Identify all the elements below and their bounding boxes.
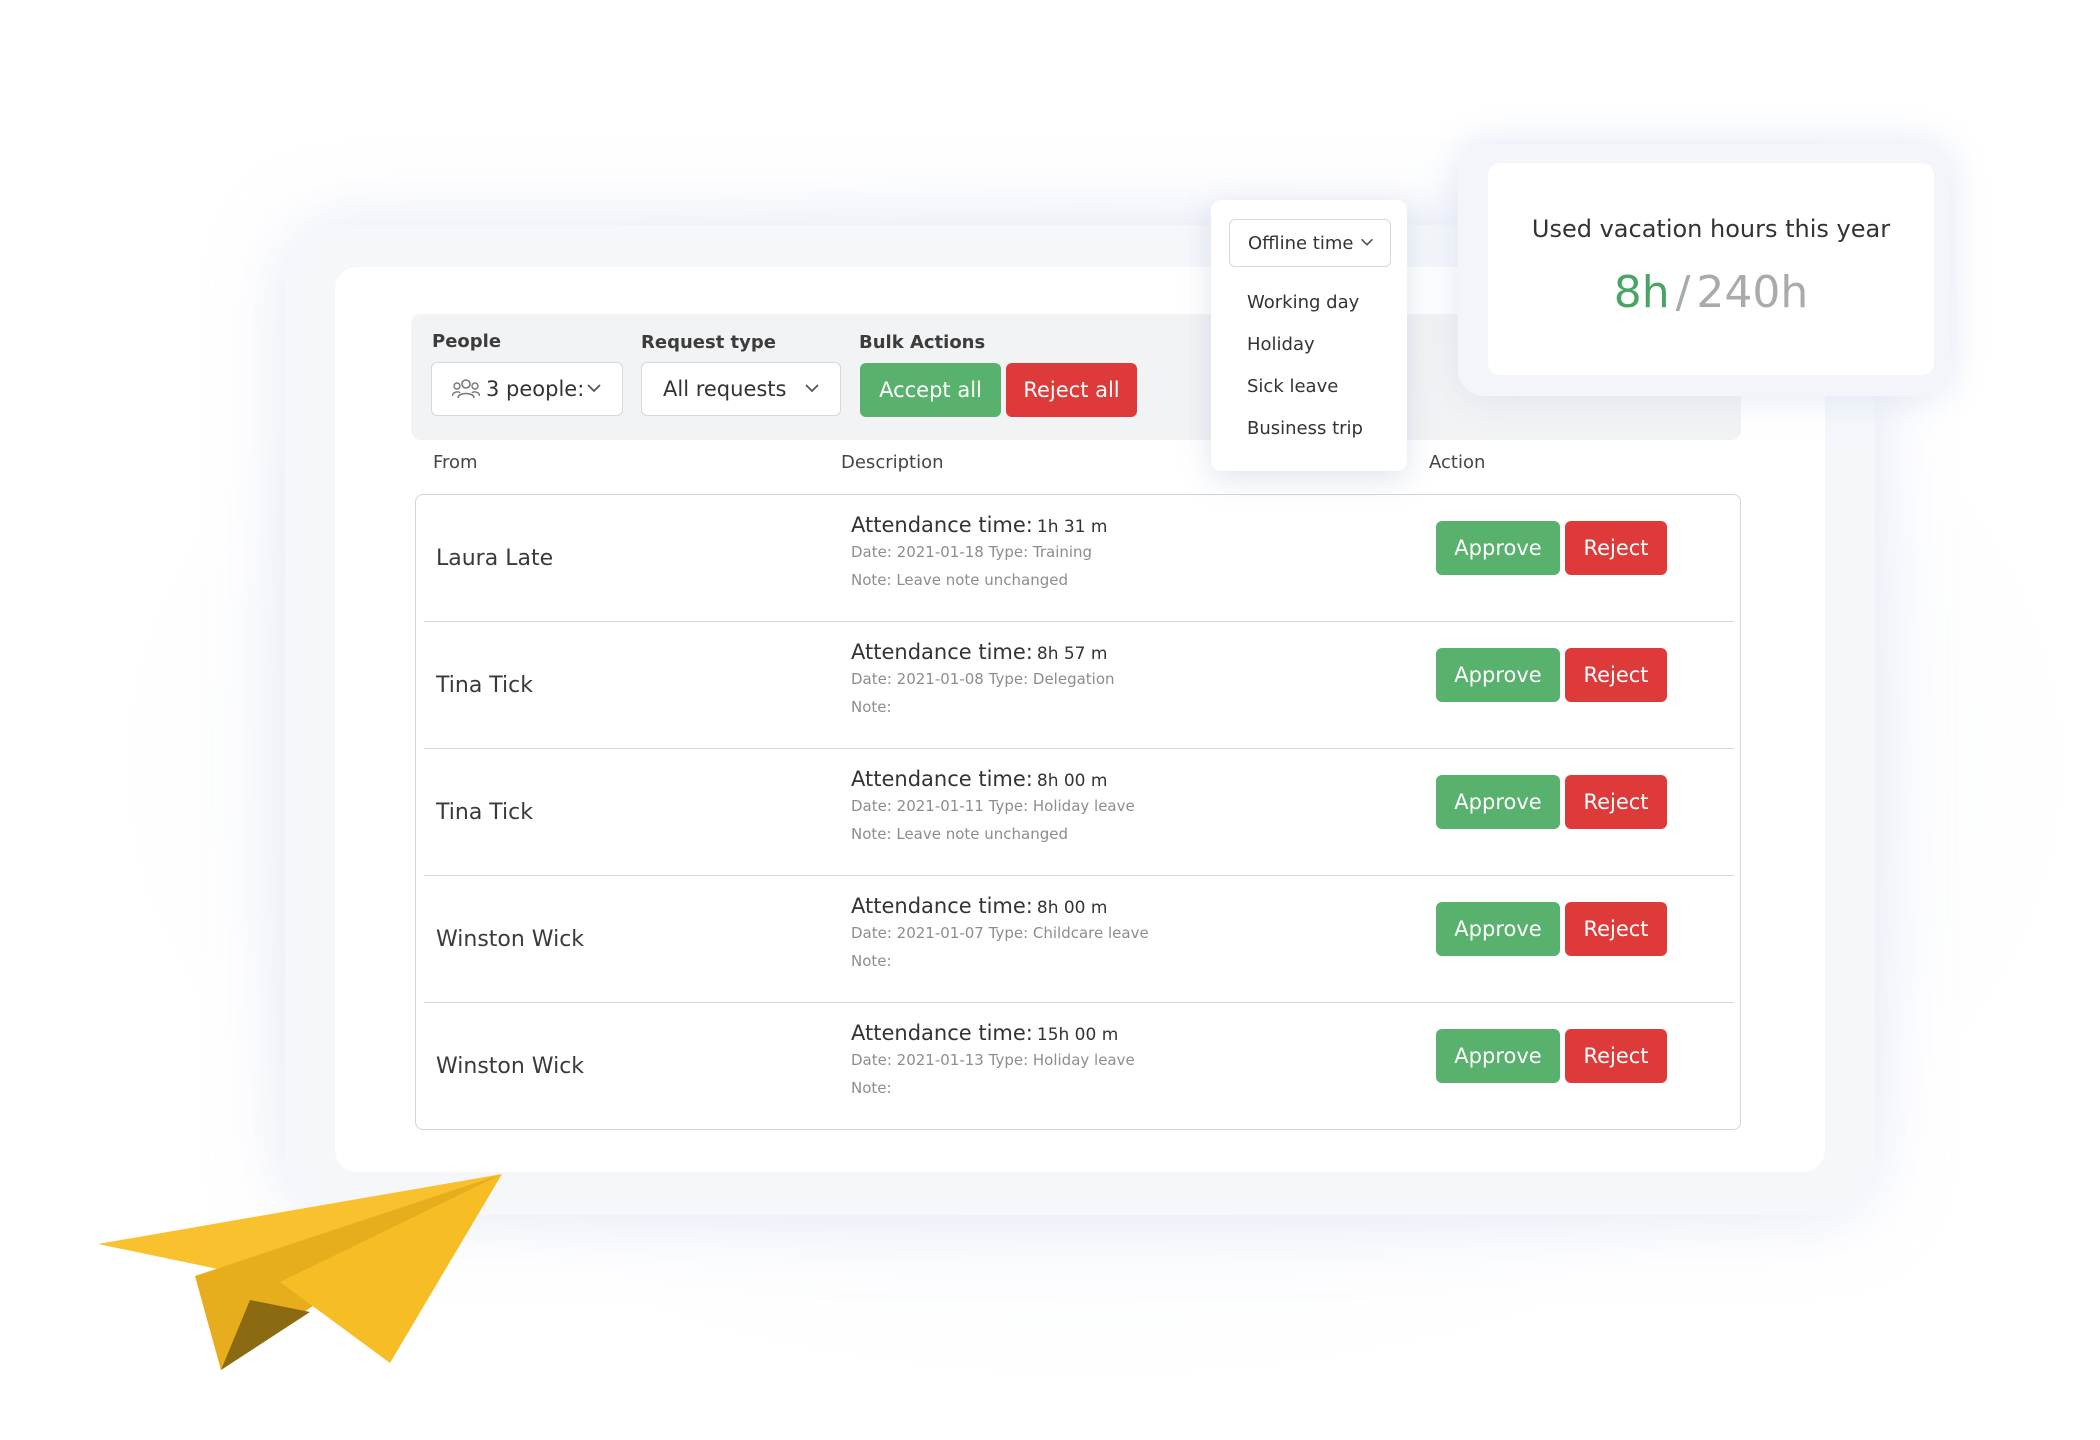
column-header-from: From: [433, 452, 478, 473]
reject-button[interactable]: Reject: [1565, 775, 1667, 829]
table-row: Tina Tick Attendance time: 8h 00 m Date: …: [424, 749, 1734, 876]
attendance-time: Attendance time: 15h 00 m: [851, 1021, 1119, 1045]
dropdown-option-business-trip[interactable]: Business trip: [1247, 418, 1363, 439]
people-group-icon: [452, 378, 480, 400]
vacation-hours-separator: /: [1675, 267, 1691, 318]
vacation-hours-used: 8h: [1613, 267, 1670, 318]
request-date-type: Date: 2021-01-07 Type: Childcare leave: [851, 924, 1149, 942]
attendance-time: Attendance time: 1h 31 m: [851, 513, 1108, 537]
request-from: Laura Late: [436, 546, 554, 571]
column-header-action: Action: [1429, 452, 1486, 473]
people-select[interactable]: 3 people:: [431, 362, 623, 416]
paper-plane-icon: [90, 1160, 510, 1384]
column-header-description: Description: [841, 452, 944, 473]
dropdown-option-working-day[interactable]: Working day: [1247, 292, 1359, 313]
approve-button[interactable]: Approve: [1436, 775, 1560, 829]
reject-all-button[interactable]: Reject all: [1006, 363, 1137, 417]
vacation-hours-title: Used vacation hours this year: [1531, 215, 1891, 243]
request-note: Note: Leave note unchanged: [851, 825, 1069, 843]
approve-button[interactable]: Approve: [1436, 1029, 1560, 1083]
request-note: Note:: [851, 952, 892, 970]
offline-time-selected: Offline time: [1248, 232, 1354, 254]
dropdown-option-holiday[interactable]: Holiday: [1247, 334, 1315, 355]
accept-all-button[interactable]: Accept all: [860, 363, 1001, 417]
chevron-down-icon: [584, 378, 604, 403]
request-date-type: Date: 2021-01-18 Type: Training: [851, 543, 1093, 561]
attendance-value: 8h 57 m: [1036, 644, 1108, 664]
attendance-time: Attendance time: 8h 57 m: [851, 640, 1108, 664]
chevron-down-icon: [1358, 233, 1376, 256]
request-date-type: Date: 2021-01-11 Type: Holiday leave: [851, 797, 1135, 815]
attendance-value: 1h 31 m: [1036, 517, 1108, 537]
request-date-type: Date: 2021-01-08 Type: Delegation: [851, 670, 1115, 688]
approve-button[interactable]: Approve: [1436, 648, 1560, 702]
request-note: Note: Leave note unchanged: [851, 571, 1069, 589]
vacation-hours-card: Used vacation hours this year 8h/240h: [1488, 163, 1934, 375]
reject-button[interactable]: Reject: [1565, 902, 1667, 956]
request-from: Winston Wick: [436, 1054, 585, 1079]
offline-time-select[interactable]: Offline time: [1229, 219, 1391, 267]
request-note: Note:: [851, 1079, 892, 1097]
vacation-hours-total: 240h: [1696, 267, 1809, 318]
dropdown-option-sick-leave[interactable]: Sick leave: [1247, 376, 1338, 397]
request-from: Winston Wick: [436, 927, 585, 952]
approve-button[interactable]: Approve: [1436, 902, 1560, 956]
requests-table: Laura Late Attendance time: 1h 31 m Date:…: [415, 494, 1741, 1130]
attendance-value: 15h 00 m: [1036, 1025, 1119, 1045]
people-select-value: 3 people:: [486, 377, 585, 401]
approve-button[interactable]: Approve: [1436, 521, 1560, 575]
table-row: Laura Late Attendance time: 1h 31 m Date:…: [424, 495, 1734, 622]
offline-time-dropdown: Offline time Working day Holiday Sick le…: [1211, 200, 1407, 471]
attendance-value: 8h 00 m: [1036, 898, 1108, 918]
table-row: Winston Wick Attendance time: 15h 00 m Da…: [424, 1003, 1734, 1130]
reject-button[interactable]: Reject: [1565, 521, 1667, 575]
request-type-value: All requests: [663, 377, 787, 401]
request-note: Note:: [851, 698, 892, 716]
people-filter-label: People: [432, 331, 502, 352]
table-row: Tina Tick Attendance time: 8h 57 m Date: …: [424, 622, 1734, 749]
chevron-down-icon: [802, 378, 822, 403]
request-type-select[interactable]: All requests: [641, 362, 841, 416]
attendance-time: Attendance time: 8h 00 m: [851, 894, 1108, 918]
vacation-hours-value: 8h/240h: [1488, 267, 1934, 318]
bulk-actions-label: Bulk Actions: [859, 332, 986, 353]
request-from: Tina Tick: [436, 800, 534, 825]
request-type-label: Request type: [641, 332, 776, 353]
request-date-type: Date: 2021-01-13 Type: Holiday leave: [851, 1051, 1135, 1069]
attendance-value: 8h 00 m: [1036, 771, 1108, 791]
reject-button[interactable]: Reject: [1565, 648, 1667, 702]
reject-button[interactable]: Reject: [1565, 1029, 1667, 1083]
attendance-time: Attendance time: 8h 00 m: [851, 767, 1108, 791]
request-from: Tina Tick: [436, 673, 534, 698]
table-row: Winston Wick Attendance time: 8h 00 m Dat…: [424, 876, 1734, 1003]
